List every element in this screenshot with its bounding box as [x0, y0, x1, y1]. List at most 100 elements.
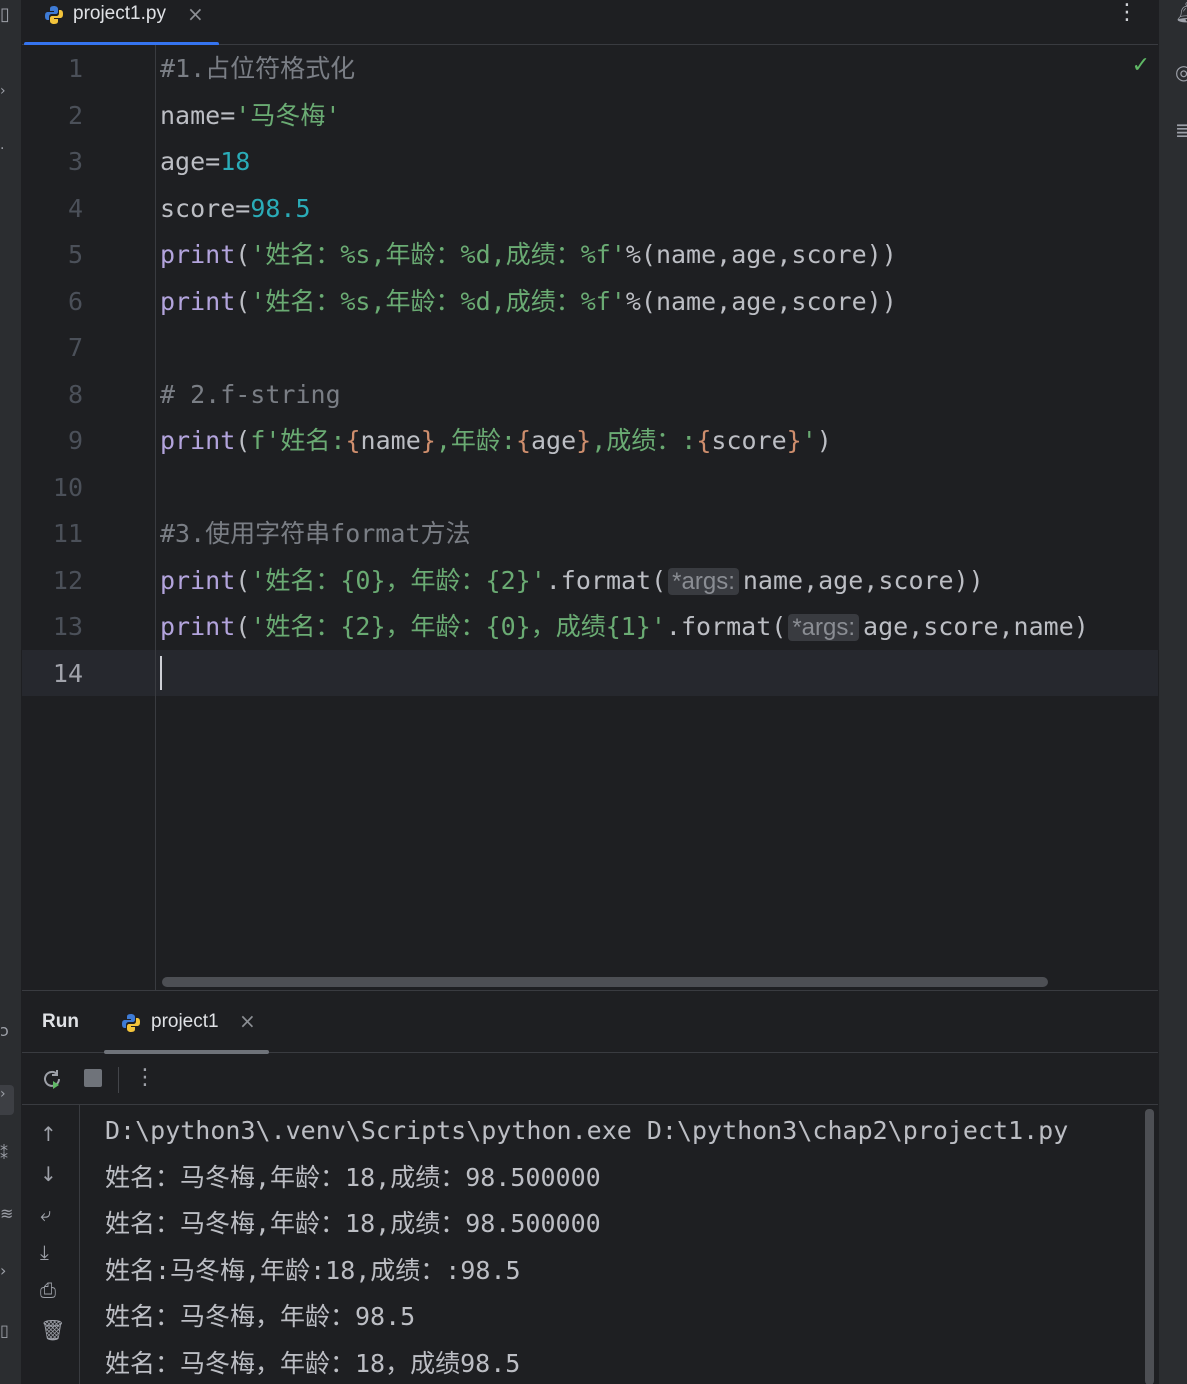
code-token: ( — [235, 426, 251, 455]
python-file-icon — [45, 6, 63, 24]
check-icon[interactable]: ✓ — [1132, 53, 1150, 78]
terminal-tool-icon[interactable]: › — [0, 1262, 12, 1280]
code-token: score — [711, 426, 787, 455]
arrow-down-icon[interactable]: ↓ — [40, 1163, 57, 1185]
code-token: '姓名：{2}，年龄：{0}，成绩{1}' — [250, 612, 666, 641]
run-tool-icon[interactable]: › — [0, 1085, 14, 1115]
code-token: print — [160, 426, 236, 455]
code-token: '姓名：%s,年龄：%d,成绩：%f' — [250, 240, 626, 269]
code-line[interactable]: #1.占位符格式化 — [160, 46, 355, 92]
code-token: { — [345, 426, 361, 455]
code-token: score= — [160, 193, 251, 223]
more-vertical-icon[interactable]: ⋮ — [134, 1067, 156, 1089]
code-token: ( — [235, 286, 251, 316]
code-token: print — [160, 240, 236, 269]
scroll-to-end-icon[interactable]: ⤓ — [40, 1241, 49, 1263]
close-icon[interactable]: × — [187, 2, 204, 26]
code-token: print — [160, 565, 236, 595]
close-icon[interactable]: × — [239, 1009, 256, 1033]
arrow-up-icon[interactable]: ↑ — [40, 1123, 57, 1145]
toolbar-separator — [118, 1067, 119, 1093]
code-token: } — [786, 426, 802, 455]
structure-tool-icon[interactable]: · — [0, 140, 12, 158]
code-line[interactable]: print(f'姓名:{name},年龄:{age},成绩：:{score}') — [160, 418, 832, 464]
editor-tab-bar: project1.py × ⋮ — [22, 0, 1158, 46]
console-output[interactable]: D:\python3\.venv\Scripts\python.exe D:\p… — [80, 1105, 1142, 1384]
code-editor[interactable]: 1 2 3 4 5 6 7 8 9 10 11 12 13 14 #1.占位符格式化 name='马冬梅' a… — [22, 45, 1158, 990]
debug-tool-icon[interactable]: ⁑ — [0, 1145, 12, 1163]
code-token: 18 — [220, 147, 251, 176]
line-number: 11 — [52, 519, 83, 548]
soft-wrap-icon[interactable]: ⤶ — [40, 1203, 51, 1225]
code-token: ' — [801, 426, 817, 455]
vertical-scrollbar[interactable] — [1145, 1109, 1154, 1384]
line-number: 4 — [67, 193, 83, 223]
code-token: name,age,score)) — [742, 565, 984, 595]
code-token: } — [420, 426, 436, 455]
code-line[interactable]: print('姓名：{0}，年龄：{2}'.format(*args: name,… — [160, 558, 984, 604]
line-number: 6 — [67, 286, 83, 316]
commit-tool-icon[interactable]: › — [0, 82, 12, 100]
code-token: .format( — [545, 565, 667, 595]
line-number: 1 — [67, 54, 83, 83]
tab-project1-run[interactable]: project1 × — [104, 991, 269, 1054]
rerun-icon[interactable] — [40, 1067, 64, 1096]
code-token: ( — [235, 612, 251, 641]
console-line: 姓名：马冬梅，年龄：18，成绩98.5 — [105, 1348, 521, 1378]
code-line[interactable]: print('姓名：%s,年龄：%d,成绩：%f'%(name,age,scor… — [160, 232, 897, 278]
code-line[interactable]: score=98.5 — [160, 186, 311, 232]
code-token: .format( — [665, 612, 787, 641]
tab-project1-py[interactable]: project1.py × — [22, 0, 219, 46]
code-token: '姓名：{0}，年龄：{2}' — [250, 565, 546, 595]
run-panel: Run project1 × ⋮ ↑ ↓ ⤶ ⤓ ⎙ 🗑︎ D:\python3… — [22, 990, 1158, 1384]
text-caret — [160, 656, 162, 690]
code-token: age — [531, 426, 577, 455]
code-token: ,年龄: — [435, 426, 516, 455]
python-packages-icon[interactable]: ɔ — [0, 1022, 12, 1040]
line-number-gutter: 1 2 3 4 5 6 7 8 9 10 11 12 13 14 — [22, 45, 156, 990]
code-line[interactable]: #3.使用字符串format方法 — [160, 511, 470, 557]
services-tool-icon[interactable]: ≋ — [0, 1205, 13, 1223]
code-token: ,成绩：: — [591, 426, 697, 455]
right-tool-strip: 🔔︎ ◎ ≣ — [1158, 0, 1187, 1384]
code-token: '马冬梅' — [235, 100, 341, 130]
stop-icon[interactable] — [82, 1067, 104, 1094]
horizontal-scrollbar[interactable] — [162, 977, 1048, 987]
more-vertical-icon[interactable]: ⋮ — [1116, 0, 1138, 25]
print-icon[interactable]: ⎙ — [40, 1279, 56, 1301]
code-token: %(name,age,score)) — [625, 240, 897, 269]
code-line[interactable]: age=18 — [160, 139, 250, 185]
console-line: 姓名：马冬梅,年龄：18,成绩：98.500000 — [105, 1209, 601, 1238]
run-panel-title: Run — [42, 1011, 79, 1032]
project-tool-icon[interactable]: ▯ — [0, 6, 12, 24]
ai-assistant-icon[interactable]: ◎ — [1175, 60, 1187, 84]
code-line[interactable]: # 2.f-string — [160, 372, 341, 418]
code-token: # 2.f-string — [160, 379, 341, 409]
run-tab-bar: Run project1 × — [22, 991, 1158, 1054]
code-line[interactable]: print('姓名：{2}，年龄：{0}，成绩{1}'.format(*args… — [160, 604, 1089, 650]
problems-tool-icon[interactable]: ▯ — [0, 1322, 12, 1340]
code-token: name= — [160, 100, 236, 130]
line-number: 14 — [52, 658, 83, 688]
bell-icon[interactable]: 🔔︎ — [1175, 0, 1187, 24]
code-token: #3.使用字符串format方法 — [160, 519, 471, 548]
line-number: 7 — [67, 333, 83, 362]
code-token: age,score,name) — [863, 612, 1089, 641]
trash-icon[interactable]: 🗑︎ — [40, 1319, 65, 1341]
left-tool-strip: ▯ › · ɔ › ⁑ ≋ › ▯ — [0, 0, 22, 1384]
parameter-hint: *args: — [788, 614, 860, 641]
console-line: 姓名:马冬梅,年龄:18,成绩：:98.5 — [105, 1255, 521, 1285]
code-line[interactable]: name='马冬梅' — [160, 93, 340, 139]
code-token: print — [160, 286, 236, 316]
database-icon[interactable]: ≣ — [1175, 118, 1187, 142]
code-token: ( — [235, 240, 251, 269]
code-token: name — [360, 426, 421, 455]
line-number: 3 — [67, 147, 83, 176]
code-token: ) — [816, 426, 832, 455]
code-line[interactable]: print('姓名：%s,年龄：%d,成绩：%f'%(name,age,scor… — [160, 279, 897, 325]
console-line: 姓名：马冬梅,年龄：18,成绩：98.500000 — [105, 1162, 601, 1192]
code-token: { — [515, 426, 531, 455]
console-side-toolbar: ↑ ↓ ⤶ ⤓ ⎙ 🗑︎ — [22, 1105, 80, 1384]
code-token: %(name,age,score)) — [625, 286, 897, 316]
line-number: 2 — [67, 100, 83, 130]
